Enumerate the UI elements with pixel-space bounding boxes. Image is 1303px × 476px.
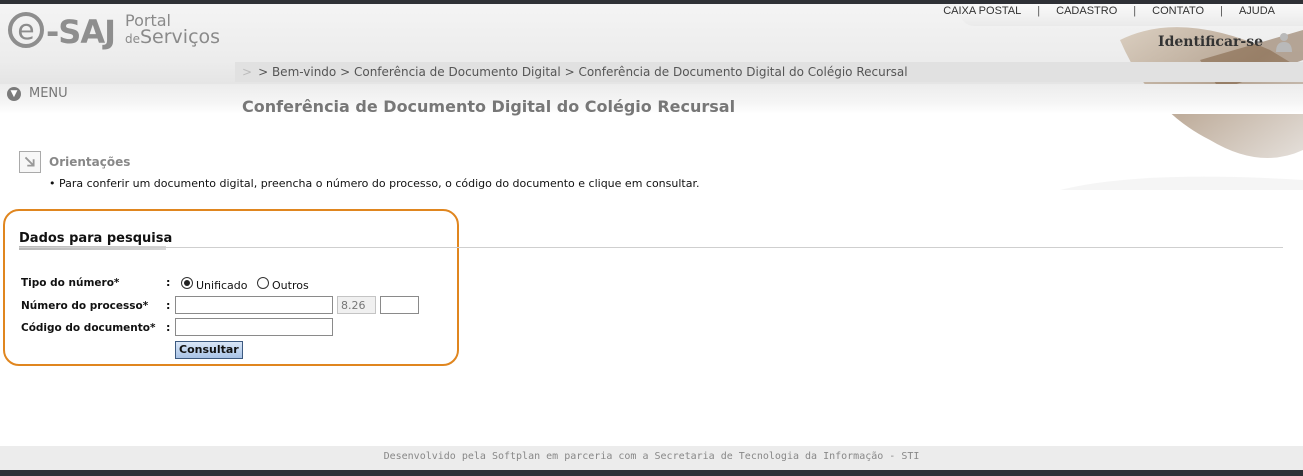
menu-label: MENU [29, 86, 68, 101]
breadcrumb-separator: > [340, 65, 351, 79]
breadcrumb-conferencia[interactable]: Conferência de Documento Digital [354, 65, 561, 79]
numero-processo-label: Número do processo* [21, 300, 149, 312]
radio-unificado-label[interactable]: Unificado [196, 279, 248, 292]
chevron-down-icon: ▼ [7, 86, 21, 101]
logo-e-circle: e [8, 12, 44, 48]
logo-portal-text: Portal deServiços [125, 12, 220, 48]
numero-processo-foro-input[interactable] [380, 296, 419, 314]
tipo-numero-label: Tipo do número* [21, 277, 120, 289]
breadcrumb-bem-vindo[interactable]: Bem-vindo [272, 65, 336, 79]
breadcrumb-arrow-icon: > [242, 65, 253, 79]
orientacoes-title: Orientações [49, 155, 131, 169]
label-colon: : [166, 321, 171, 334]
numero-processo-fixed-input [337, 296, 376, 314]
breadcrumb: > > Bem-vindo > Conferência de Documento … [242, 65, 908, 79]
cadastro-link[interactable]: CADASTRO [1040, 5, 1133, 17]
menu-toggle[interactable]: ▼ MENU [7, 86, 68, 101]
label-colon: : [166, 276, 171, 289]
user-icon[interactable] [1275, 32, 1293, 52]
logo-servicos-line: deServiços [125, 26, 221, 48]
logo-saj-text: -SAJ [46, 13, 116, 51]
section-divider [19, 247, 1283, 248]
radio-unificado[interactable] [181, 277, 193, 289]
breadcrumb-separator: > [564, 65, 575, 79]
esaj-logo[interactable]: e -SAJ Portal deServiços [8, 12, 220, 52]
label-colon: : [166, 299, 171, 312]
codigo-documento-input[interactable] [175, 318, 333, 336]
logo-de-word: de [125, 32, 140, 46]
orientacoes-text: • Para conferir um documento digital, pr… [49, 177, 700, 190]
radio-outros-label[interactable]: Outros [272, 279, 309, 292]
section-title: Dados para pesquisa [19, 231, 173, 246]
footer-dark-strip [0, 470, 1303, 476]
codigo-documento-label: Código do documento* [21, 322, 156, 334]
breadcrumb-separator: > [258, 65, 269, 79]
caixa-postal-link[interactable]: CAIXA POSTAL [927, 5, 1037, 17]
radio-outros[interactable] [257, 277, 269, 289]
ajuda-link[interactable]: AJUDA [1223, 5, 1275, 17]
breadcrumb-current: Conferência de Documento Digital do Colé… [578, 65, 908, 79]
numero-processo-input[interactable] [175, 296, 333, 314]
page-title: Conferência de Documento Digital do Colé… [242, 97, 736, 116]
identificar-se-link[interactable]: Identificar-se [1158, 34, 1263, 50]
contato-link[interactable]: CONTATO [1136, 5, 1220, 17]
top-links: CAIXA POSTAL | CADASTRO | CONTATO | AJUD… [927, 5, 1275, 17]
arrow-down-right-icon [19, 151, 41, 173]
logo-servicos-word: Serviços [140, 26, 221, 48]
consultar-button[interactable]: Consultar [175, 341, 243, 359]
footer-text: Desenvolvido pela Softplan em parceria c… [383, 451, 920, 462]
